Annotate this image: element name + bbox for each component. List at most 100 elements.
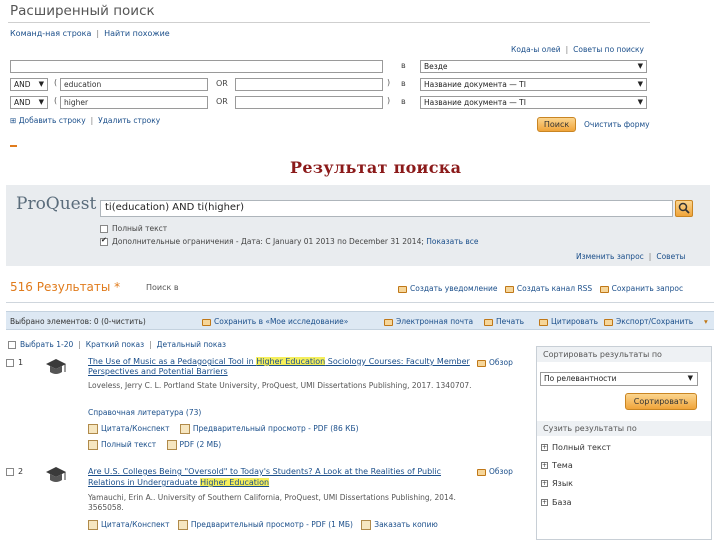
search-tips-link[interactable]: Советы по поиску (573, 45, 644, 54)
in-label: в (401, 79, 406, 88)
brief-view-link[interactable]: Краткий показ (86, 340, 144, 349)
preview-icon (477, 359, 486, 367)
search-submit-button[interactable] (675, 200, 693, 217)
order-copy-link[interactable]: Заказать копию (374, 520, 438, 529)
abstract-link[interactable]: Цитата/Конспект (101, 424, 170, 433)
operator-select-3[interactable]: AND ▼ (10, 96, 48, 109)
chevron-down-icon: ▼ (38, 80, 44, 88)
result-2-title[interactable]: Are U.S. Colleges Being "Oversold" to To… (88, 466, 473, 488)
field-select-3[interactable]: Название документа — TI ▼ (420, 96, 647, 109)
dissertation-icon (46, 467, 66, 482)
operator-select-2[interactable]: AND ▼ (10, 78, 48, 91)
facet-language[interactable]: + Язык (537, 479, 711, 488)
result-1-overview[interactable]: Обзор (477, 358, 513, 367)
command-line-link[interactable]: Команд-ная строка (10, 29, 91, 38)
result-1-links-2: Полный текст PDF (2 МБ) (88, 440, 221, 450)
search-row-3-or-input[interactable] (235, 96, 383, 109)
find-similar-link[interactable]: Найти похожие (104, 29, 170, 38)
pdf-icon (166, 440, 177, 450)
result-1-links: Цитата/Конспект Предварительный просмотр… (88, 424, 359, 434)
field-select-2-value: Название документа — TI (424, 80, 526, 89)
save-to-research-button[interactable]: Сохранить в «Мое исследование» (202, 317, 348, 326)
search-row-1-input[interactable] (10, 60, 383, 73)
export-button[interactable]: Экспорт/Сохранить (604, 317, 693, 326)
select-page-checkbox[interactable] (8, 341, 16, 349)
email-button[interactable]: Электронная почта (384, 317, 473, 326)
tips-link[interactable]: Советы (656, 252, 685, 261)
facet-subject[interactable]: + Тема (537, 461, 711, 470)
modify-query-link[interactable]: Изменить запрос (576, 252, 644, 261)
full-text-checkbox[interactable] (100, 225, 108, 233)
add-row-link[interactable]: Добавить строку (19, 116, 86, 125)
selected-count: Выбрано элементов: 0 (0-чистить) (10, 317, 146, 326)
envelope-icon (398, 285, 407, 293)
search-button[interactable]: Поиск (537, 117, 576, 132)
result-actions: Создать уведомление Создать канал RSS Со… (398, 284, 683, 293)
clear-form-link[interactable]: Очистить форму (584, 120, 650, 129)
overview-label: Обзор (489, 467, 513, 476)
alert-label: Создать уведомление (410, 284, 498, 293)
result-checkbox[interactable] (6, 467, 14, 476)
sort-heading: Сортировать результаты по (537, 347, 711, 362)
search-row-2-input[interactable]: education (60, 78, 208, 91)
pdf-link[interactable]: PDF (2 МБ) (180, 440, 222, 449)
facet-label: База (552, 498, 572, 507)
sort-button[interactable]: Сортировать (625, 393, 697, 410)
show-all-link[interactable]: Показать все (426, 237, 478, 246)
search-row-2-or-input[interactable] (235, 78, 383, 91)
envelope-icon (384, 318, 393, 326)
preview-pdf-link[interactable]: Предварительный просмотр - PDF (1 МБ) (191, 520, 353, 529)
basic-search-input[interactable]: ti(education) AND ti(higher) (100, 200, 673, 217)
preview-pdf-link[interactable]: Предварительный просмотр - PDF (86 КБ) (193, 424, 359, 433)
operator-2-value: AND (14, 80, 31, 89)
save-query-label: Сохранить запрос (611, 284, 684, 293)
row-controls: ⊞ Добавить строку | Удалить строку (10, 116, 161, 125)
full-text-option[interactable]: Полный текст (100, 224, 167, 233)
extra-limits-option[interactable]: Дополнительные ограничения - Дата: С Jan… (100, 236, 479, 246)
print-button[interactable]: Печать (484, 317, 524, 326)
result-1-title[interactable]: The Use of Music as a Pedagogical Tool i… (88, 357, 473, 377)
orange-dash-divider (10, 145, 17, 147)
email-label: Электронная почта (396, 317, 474, 326)
references-link[interactable]: Справочная литература (73) (88, 408, 201, 417)
sort-select[interactable]: По релевантности ▼ (540, 372, 698, 386)
rss-label: Создать канал RSS (516, 284, 593, 293)
cite-button[interactable]: Цитировать (539, 317, 598, 326)
search-row-3-input[interactable]: higher (60, 96, 208, 109)
abstract-link[interactable]: Цитата/Конспект (101, 520, 170, 529)
result-1-select[interactable]: 1 (6, 358, 23, 367)
rss-action[interactable]: Создать канал RSS (504, 284, 593, 293)
result-checkbox[interactable] (6, 358, 14, 367)
alert-action[interactable]: Создать уведомление (398, 284, 497, 293)
result-2-select[interactable]: 2 (6, 467, 23, 476)
remove-row-link[interactable]: Удалить строку (98, 116, 160, 125)
save-to-research-label: Сохранить в «Мое исследование» (214, 317, 349, 326)
facet-label: Язык (552, 479, 573, 488)
in-label: в (401, 97, 406, 106)
collapse-icon[interactable]: ▾ (704, 317, 708, 326)
chevron-down-icon: ▼ (38, 98, 44, 106)
facet-database[interactable]: + База (537, 498, 711, 507)
highlighted-term[interactable]: Higher Education (256, 357, 326, 366)
facet-full-text[interactable]: + Полный текст (537, 443, 711, 452)
full-text-link[interactable]: Полный текст (101, 440, 156, 449)
search-within-link[interactable]: Поиск в (146, 283, 179, 292)
save-query-action[interactable]: Сохранить запрос (599, 284, 684, 293)
folder-icon (202, 318, 211, 326)
extra-limits-checkbox[interactable] (100, 236, 108, 246)
results-divider (6, 302, 714, 303)
field-select-2[interactable]: Название документа — TI ▼ (420, 78, 647, 91)
rss-icon (504, 285, 514, 293)
expand-plus-icon: + (541, 499, 548, 506)
expand-plus-icon: + (541, 444, 548, 451)
cite-label: Цитировать (551, 317, 599, 326)
detailed-view-link[interactable]: Детальный показ (157, 340, 226, 349)
field-select-1[interactable]: Везде ▼ (420, 60, 647, 73)
result-title-text[interactable]: The Use of Music as a Pedagogical Tool i… (88, 357, 256, 366)
highlighted-term[interactable]: Higher Education (200, 478, 270, 487)
chevron-down-icon: ▼ (637, 80, 643, 88)
preview-icon (177, 520, 188, 530)
result-2-overview[interactable]: Обзор (477, 467, 513, 476)
selection-toolbar: Выбрано элементов: 0 (0-чистить) Сохрани… (6, 311, 714, 330)
field-codes-link[interactable]: Кода-ы олей (511, 45, 561, 54)
